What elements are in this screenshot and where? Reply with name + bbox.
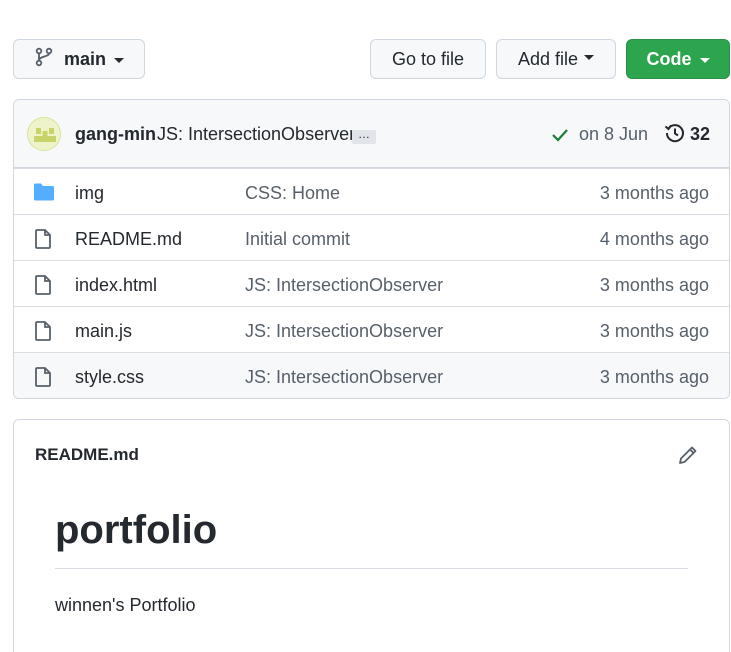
commit-expand-button[interactable]: … (352, 128, 376, 144)
file-commit-time: 3 months ago (599, 367, 709, 387)
avatar[interactable] (27, 117, 61, 151)
file-commit-time: 3 months ago (599, 275, 709, 295)
check-icon (551, 124, 569, 149)
commit-date[interactable]: on 8 Jun (579, 124, 648, 145)
add-file-label: Add file (517, 48, 579, 69)
file-icon (33, 228, 53, 255)
file-row-img[interactable]: img CSS: Home 3 months ago (14, 168, 729, 214)
file-row-index-html[interactable]: index.html JS: IntersectionObserver 3 mo… (14, 260, 729, 306)
pencil-icon[interactable] (677, 444, 699, 471)
commit-message[interactable]: JS: IntersectionObserver (157, 124, 355, 145)
code-button[interactable]: Code (626, 39, 730, 79)
file-browser: gang-min JS: IntersectionObserver … on 8… (13, 99, 730, 399)
folder-icon (33, 182, 55, 207)
readme-filename[interactable]: README.md (35, 445, 139, 465)
readme-text: winnen's Portfolio (55, 595, 196, 615)
file-icon (33, 366, 53, 393)
go-to-file-button[interactable]: Go to file (370, 39, 486, 79)
file-row-readme[interactable]: README.md Initial commit 4 months ago (14, 214, 729, 260)
file-name[interactable]: index.html (75, 275, 157, 296)
file-commit-message[interactable]: JS: IntersectionObserver (245, 275, 443, 296)
add-file-button[interactable]: Add file (496, 39, 616, 79)
commit-count[interactable]: 32 (690, 124, 710, 145)
file-icon (33, 320, 53, 347)
file-commit-time: 3 months ago (599, 321, 709, 341)
file-commit-message[interactable]: CSS: Home (245, 183, 340, 204)
chevron-down-icon (584, 54, 595, 60)
chevron-down-icon (699, 57, 710, 63)
code-label: Code (646, 48, 692, 69)
file-name[interactable]: README.md (75, 229, 182, 250)
file-name[interactable]: main.js (75, 321, 132, 342)
file-name[interactable]: style.css (75, 367, 144, 388)
readme-heading: portfolio (55, 508, 218, 552)
history-icon[interactable] (664, 122, 686, 149)
file-commit-message[interactable]: JS: IntersectionObserver (245, 367, 443, 388)
file-icon (33, 274, 53, 301)
branch-select-button[interactable]: main (13, 39, 145, 79)
file-commit-time: 4 months ago (599, 229, 709, 249)
readme-panel: README.md portfolio winnen's Portfolio (13, 419, 730, 652)
file-row-main-js[interactable]: main.js JS: IntersectionObserver 3 month… (14, 306, 729, 352)
file-commit-time: 3 months ago (599, 183, 709, 203)
chevron-down-icon (114, 57, 125, 63)
file-row-style-css[interactable]: style.css JS: IntersectionObserver 3 mon… (14, 352, 729, 398)
latest-commit-bar: gang-min JS: IntersectionObserver … on 8… (14, 100, 729, 168)
git-branch-icon (35, 47, 53, 72)
file-name[interactable]: img (75, 183, 104, 204)
file-commit-message[interactable]: JS: IntersectionObserver (245, 321, 443, 342)
readme-divider (55, 568, 688, 569)
file-commit-message[interactable]: Initial commit (245, 229, 350, 250)
branch-label: main (64, 48, 107, 69)
commit-author[interactable]: gang-min (75, 124, 156, 145)
